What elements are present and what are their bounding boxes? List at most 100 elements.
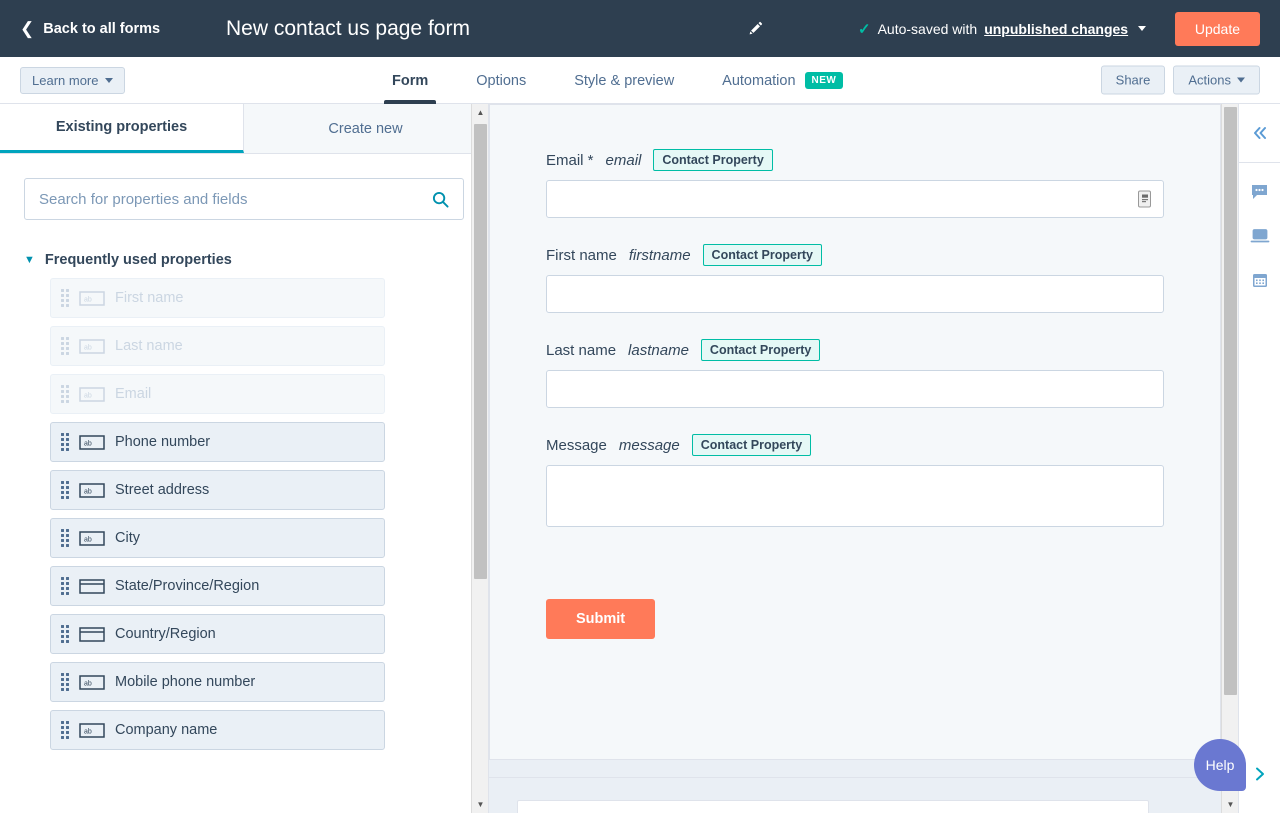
chat-bubble-icon[interactable] <box>1245 177 1275 207</box>
pencil-icon[interactable] <box>742 16 768 42</box>
list-item: ab Last name <box>50 326 385 366</box>
update-button[interactable]: Update <box>1175 12 1260 46</box>
tab-automation[interactable]: Automation NEW <box>698 57 867 104</box>
search-section <box>0 154 488 220</box>
text-field-icon: ab <box>79 531 105 546</box>
chevron-right-icon[interactable] <box>1245 759 1275 789</box>
preview-scrollbar[interactable]: ▼ <box>1221 104 1238 813</box>
caret-down-icon[interactable] <box>1138 26 1146 31</box>
next-form-section <box>489 777 1221 813</box>
drag-handle-icon[interactable] <box>61 433 69 451</box>
list-item: ab First name <box>50 278 385 318</box>
panel-tab-label: Create new <box>328 121 402 137</box>
field-label: Last name <box>546 342 616 359</box>
property-label: Street address <box>115 482 209 498</box>
form-card: Email * email Contact Property First nam… <box>489 104 1221 760</box>
firstname-field[interactable] <box>546 275 1164 313</box>
form-field-lastname[interactable]: Last name lastname Contact Property <box>546 339 1164 408</box>
learn-more-button[interactable]: Learn more <box>20 67 125 94</box>
search-icon[interactable] <box>432 191 449 208</box>
field-internal-name: firstname <box>629 247 691 264</box>
back-to-all-forms-link[interactable]: ❮ Back to all forms <box>20 20 160 37</box>
form-field-message[interactable]: Message message Contact Property <box>546 434 1164 527</box>
drag-handle-icon[interactable] <box>61 721 69 739</box>
scrollbar-thumb[interactable] <box>474 124 487 579</box>
lastname-field[interactable] <box>546 370 1164 408</box>
property-label: Last name <box>115 338 183 354</box>
scroll-down-arrow-icon[interactable]: ▼ <box>472 796 489 813</box>
email-field[interactable] <box>546 180 1164 218</box>
field-label: Message <box>546 437 607 454</box>
list-item[interactable]: ab City <box>50 518 385 558</box>
panel-tab-create-new[interactable]: Create new <box>244 104 488 153</box>
form-preview-pane: Email * email Contact Property First nam… <box>489 104 1238 813</box>
form-field-firstname[interactable]: First name firstname Contact Property <box>546 244 1164 313</box>
property-label: Email <box>115 386 151 402</box>
drag-handle-icon[interactable] <box>61 481 69 499</box>
calendar-icon[interactable] <box>1245 265 1275 295</box>
submit-button[interactable]: Submit <box>546 599 655 639</box>
tab-form[interactable]: Form <box>368 57 452 104</box>
svg-text:ab: ab <box>84 536 92 543</box>
property-list: ab First name ab Last name ab Email <box>0 278 488 750</box>
check-icon: ✓ <box>858 20 871 38</box>
list-item[interactable]: State/Province/Region <box>50 566 385 606</box>
drag-handle-icon[interactable] <box>61 577 69 595</box>
field-header: First name firstname Contact Property <box>546 244 1164 266</box>
list-item[interactable]: ab Phone number <box>50 422 385 462</box>
field-header: Last name lastname Contact Property <box>546 339 1164 361</box>
drag-handle-icon[interactable] <box>61 625 69 643</box>
drag-handle-icon[interactable] <box>61 529 69 547</box>
double-chevron-left-icon[interactable] <box>1245 118 1275 148</box>
navbar-actions: Share Actions <box>1101 66 1260 95</box>
tab-label: Automation <box>722 73 795 89</box>
properties-panel: Existing properties Create new ▼ Frequen… <box>0 104 489 813</box>
scroll-down-arrow-icon[interactable]: ▼ <box>1222 796 1238 813</box>
back-label: Back to all forms <box>43 21 160 37</box>
field-internal-name: lastname <box>628 342 689 359</box>
svg-text:ab: ab <box>84 296 92 303</box>
svg-text:ab: ab <box>84 392 92 399</box>
app-header: ❮ Back to all forms New contact us page … <box>0 0 1280 57</box>
property-label: Company name <box>115 722 217 738</box>
drag-handle-icon[interactable] <box>61 673 69 691</box>
tab-options[interactable]: Options <box>452 57 550 104</box>
list-item: ab Email <box>50 374 385 414</box>
scroll-up-arrow-icon[interactable]: ▲ <box>472 104 489 121</box>
search-box[interactable] <box>24 178 464 220</box>
message-field[interactable] <box>546 465 1164 527</box>
chevron-left-icon: ❮ <box>20 20 34 37</box>
property-label: First name <box>115 290 184 306</box>
field-internal-name: email <box>606 152 642 169</box>
contact-card-icon[interactable] <box>1138 191 1151 208</box>
right-rail <box>1238 104 1280 813</box>
dropdown-field-icon <box>79 579 105 594</box>
form-field-email[interactable]: Email * email Contact Property <box>546 149 1164 218</box>
secondary-navbar: Learn more Form Options Style & preview … <box>0 57 1280 104</box>
share-label: Share <box>1116 73 1151 88</box>
text-field-icon: ab <box>79 387 105 402</box>
list-item[interactable]: ab Mobile phone number <box>50 662 385 702</box>
unpublished-changes-link[interactable]: unpublished changes <box>984 21 1128 37</box>
form-fields: Email * email Contact Property First nam… <box>490 105 1220 639</box>
tab-style-preview[interactable]: Style & preview <box>550 57 698 104</box>
frequently-used-properties-group[interactable]: ▼ Frequently used properties <box>24 252 488 268</box>
panel-tab-existing-properties[interactable]: Existing properties <box>0 104 244 153</box>
next-section-card <box>517 800 1149 813</box>
search-input[interactable] <box>25 191 463 208</box>
list-item[interactable]: Country/Region <box>50 614 385 654</box>
laptop-icon[interactable] <box>1245 221 1275 251</box>
drag-handle-icon <box>61 385 69 403</box>
actions-button[interactable]: Actions <box>1173 66 1260 95</box>
svg-text:ab: ab <box>84 680 92 687</box>
left-panel-scrollbar[interactable]: ▲ ▼ <box>471 104 488 813</box>
tab-label: Style & preview <box>574 73 674 89</box>
help-widget-button[interactable]: Help <box>1194 739 1246 791</box>
share-button[interactable]: Share <box>1101 66 1166 95</box>
list-item[interactable]: ab Street address <box>50 470 385 510</box>
list-item[interactable]: ab Company name <box>50 710 385 750</box>
field-header: Message message Contact Property <box>546 434 1164 456</box>
learn-more-label: Learn more <box>32 73 98 88</box>
scrollbar-thumb[interactable] <box>1224 107 1237 695</box>
text-field-icon: ab <box>79 291 105 306</box>
